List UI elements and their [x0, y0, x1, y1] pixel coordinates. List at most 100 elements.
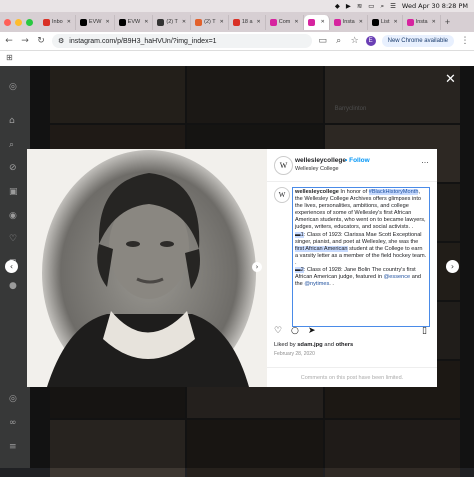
tab-close-icon[interactable]: ✕	[321, 19, 325, 25]
post-details-panel: W wellesleycollege • Follow Wellesley Co…	[267, 149, 437, 387]
tab-close-icon[interactable]: ✕	[67, 19, 71, 25]
save-bookmark-icon[interactable]: ▯	[422, 326, 427, 336]
browser-tab[interactable]: Insta ✕	[330, 14, 368, 30]
wifi-icon[interactable]: ≋	[357, 2, 362, 10]
browser-tab[interactable]: Inbo ✕	[39, 14, 76, 30]
post-date[interactable]: February 28, 2020	[274, 351, 315, 357]
search-icon[interactable]: ⌕	[380, 2, 384, 11]
account-avatar[interactable]: W	[274, 156, 293, 175]
post-actions: ♡ ○ ➤ ▯	[274, 326, 432, 338]
bookmarks-bar: ⊞	[0, 51, 474, 67]
browser-tab[interactable]: Com ✕	[266, 14, 304, 30]
post-location[interactable]: Wellesley College	[295, 166, 339, 172]
carousel-next-icon[interactable]: ›	[252, 262, 262, 272]
portrait-illustration	[42, 150, 256, 387]
window-controls	[4, 18, 33, 26]
tab-favicon-icon	[406, 18, 414, 26]
browser-tab[interactable]: EVW ✕	[115, 14, 154, 30]
tab-close-icon[interactable]: ✕	[393, 19, 397, 25]
tab-title: (2) T	[166, 19, 178, 25]
browser-tab[interactable]: (2) T ✕	[191, 14, 229, 30]
mention-link[interactable]: @essence	[384, 274, 411, 280]
tab-close-icon[interactable]: ✕	[432, 19, 436, 25]
liked-by-others-link[interactable]: others	[336, 342, 354, 348]
browser-tab[interactable]: EVW ✕	[76, 14, 115, 30]
menu-kebab-icon[interactable]: ⋮	[460, 36, 470, 46]
close-icon[interactable]: ✕	[445, 72, 456, 87]
toolbar: ← → ↻ ⚙ instagram.com/p/B9H3_haHVUn/?img…	[0, 32, 474, 51]
minimize-window-button[interactable]	[15, 18, 22, 26]
playback-icon[interactable]: ▶	[346, 2, 351, 10]
likes-prefix: Liked by	[274, 342, 298, 348]
tabs: Inbo ✕ EVW ✕ EVW ✕ (2) T ✕ (2) T ✕ 18 a ✕ Com ✕ ✕ Insta…	[39, 14, 441, 30]
browser-tab[interactable]: List ✕	[368, 14, 403, 30]
highlighted-text: first African American	[295, 245, 348, 252]
tab-close-icon[interactable]: ✕	[359, 19, 363, 25]
url-text: instagram.com/p/B9H3_haHVUn/?img_index=1	[69, 37, 217, 45]
tab-close-icon[interactable]: ✕	[220, 19, 224, 25]
more-options-icon[interactable]: …	[421, 156, 429, 165]
next-post-arrow-icon[interactable]: ›	[446, 260, 459, 273]
caption-username[interactable]: wellesleycollege	[295, 189, 339, 195]
comments-limited-notice: Comments on this post have been limited.	[267, 367, 437, 388]
camera-emoji-icon: ▬1	[295, 231, 304, 238]
apps-grid-icon[interactable]: ⊞	[6, 53, 13, 62]
browser-tab[interactable]: ✕	[303, 14, 330, 30]
follow-button[interactable]: • Follow	[345, 157, 370, 164]
profile-avatar[interactable]: E	[365, 36, 376, 46]
comment-icon[interactable]: ○	[291, 326, 299, 336]
site-info-icon[interactable]: ⚙	[58, 37, 64, 45]
address-bar[interactable]: ⚙ instagram.com/p/B9H3_haHVUn/?img_index…	[52, 34, 312, 48]
tab-favicon-icon	[307, 18, 315, 26]
tab-favicon-icon	[195, 18, 203, 26]
clock[interactable]: Wed Apr 30 8:28 PM	[402, 2, 468, 10]
mention-link[interactable]: @nytimes	[304, 281, 329, 287]
back-icon[interactable]: ←	[4, 36, 14, 46]
post-username[interactable]: wellesleycollege	[295, 157, 346, 164]
previous-post-arrow-icon[interactable]: ‹	[5, 260, 18, 273]
new-tab-button[interactable]: +	[445, 17, 450, 27]
tab-favicon-icon	[157, 18, 165, 26]
liked-by-user[interactable]: sdam.jpg	[297, 342, 322, 348]
tab-close-icon[interactable]: ✕	[257, 19, 261, 25]
battery-icon[interactable]: ▭	[368, 2, 374, 10]
tab-close-icon[interactable]: ✕	[105, 19, 109, 25]
caption-text: In honor of	[338, 189, 369, 195]
tab-close-icon[interactable]: ✕	[144, 19, 148, 25]
browser-tab[interactable]: Insta ✕	[403, 14, 441, 30]
browser-tab[interactable]: 18 a ✕	[229, 14, 266, 30]
tab-title: EVW	[88, 19, 102, 25]
control-center-icon[interactable]: ☰	[390, 2, 396, 10]
caption-avatar[interactable]: W	[274, 187, 290, 203]
tab-favicon-icon	[79, 18, 87, 26]
cast-icon[interactable]: ▭	[318, 36, 328, 46]
tab-title: Insta	[342, 19, 355, 25]
browser-tab[interactable]: (2) T ✕	[153, 14, 192, 30]
post-photo	[27, 149, 267, 387]
close-window-button[interactable]	[4, 18, 11, 26]
likes-mid: and	[322, 342, 336, 348]
new-chrome-available-button[interactable]: New Chrome available	[381, 35, 454, 47]
forward-icon[interactable]: →	[20, 36, 30, 46]
dropbox-icon[interactable]: ◆	[335, 2, 340, 10]
reload-icon[interactable]: ↻	[36, 36, 46, 46]
zoom-icon[interactable]: ⌕	[334, 36, 344, 46]
tab-close-icon[interactable]: ✕	[294, 19, 298, 25]
caption-text: . .	[329, 281, 334, 288]
tab-title: (2) T	[204, 19, 216, 25]
bookmark-star-icon[interactable]: ☆	[350, 36, 360, 46]
share-icon[interactable]: ➤	[308, 326, 316, 336]
tab-title: List	[380, 19, 390, 25]
tab-favicon-icon	[333, 18, 341, 26]
tab-close-icon[interactable]: ✕	[182, 19, 186, 25]
tab-favicon-icon	[118, 18, 126, 26]
tab-strip: Inbo ✕ EVW ✕ EVW ✕ (2) T ✕ (2) T ✕ 18 a ✕ Com ✕ ✕ Insta…	[0, 12, 474, 32]
tab-favicon-icon	[269, 18, 277, 26]
tab-title: Inbo	[52, 19, 63, 25]
tab-favicon-icon	[371, 18, 379, 26]
tab-title: EVW	[127, 19, 141, 25]
zoom-window-button[interactable]	[26, 18, 33, 26]
hashtag-link[interactable]: #BlackHistoryMonth	[368, 189, 419, 195]
post-header: W wellesleycollege • Follow Wellesley Co…	[267, 149, 437, 182]
like-heart-icon[interactable]: ♡	[274, 326, 282, 336]
